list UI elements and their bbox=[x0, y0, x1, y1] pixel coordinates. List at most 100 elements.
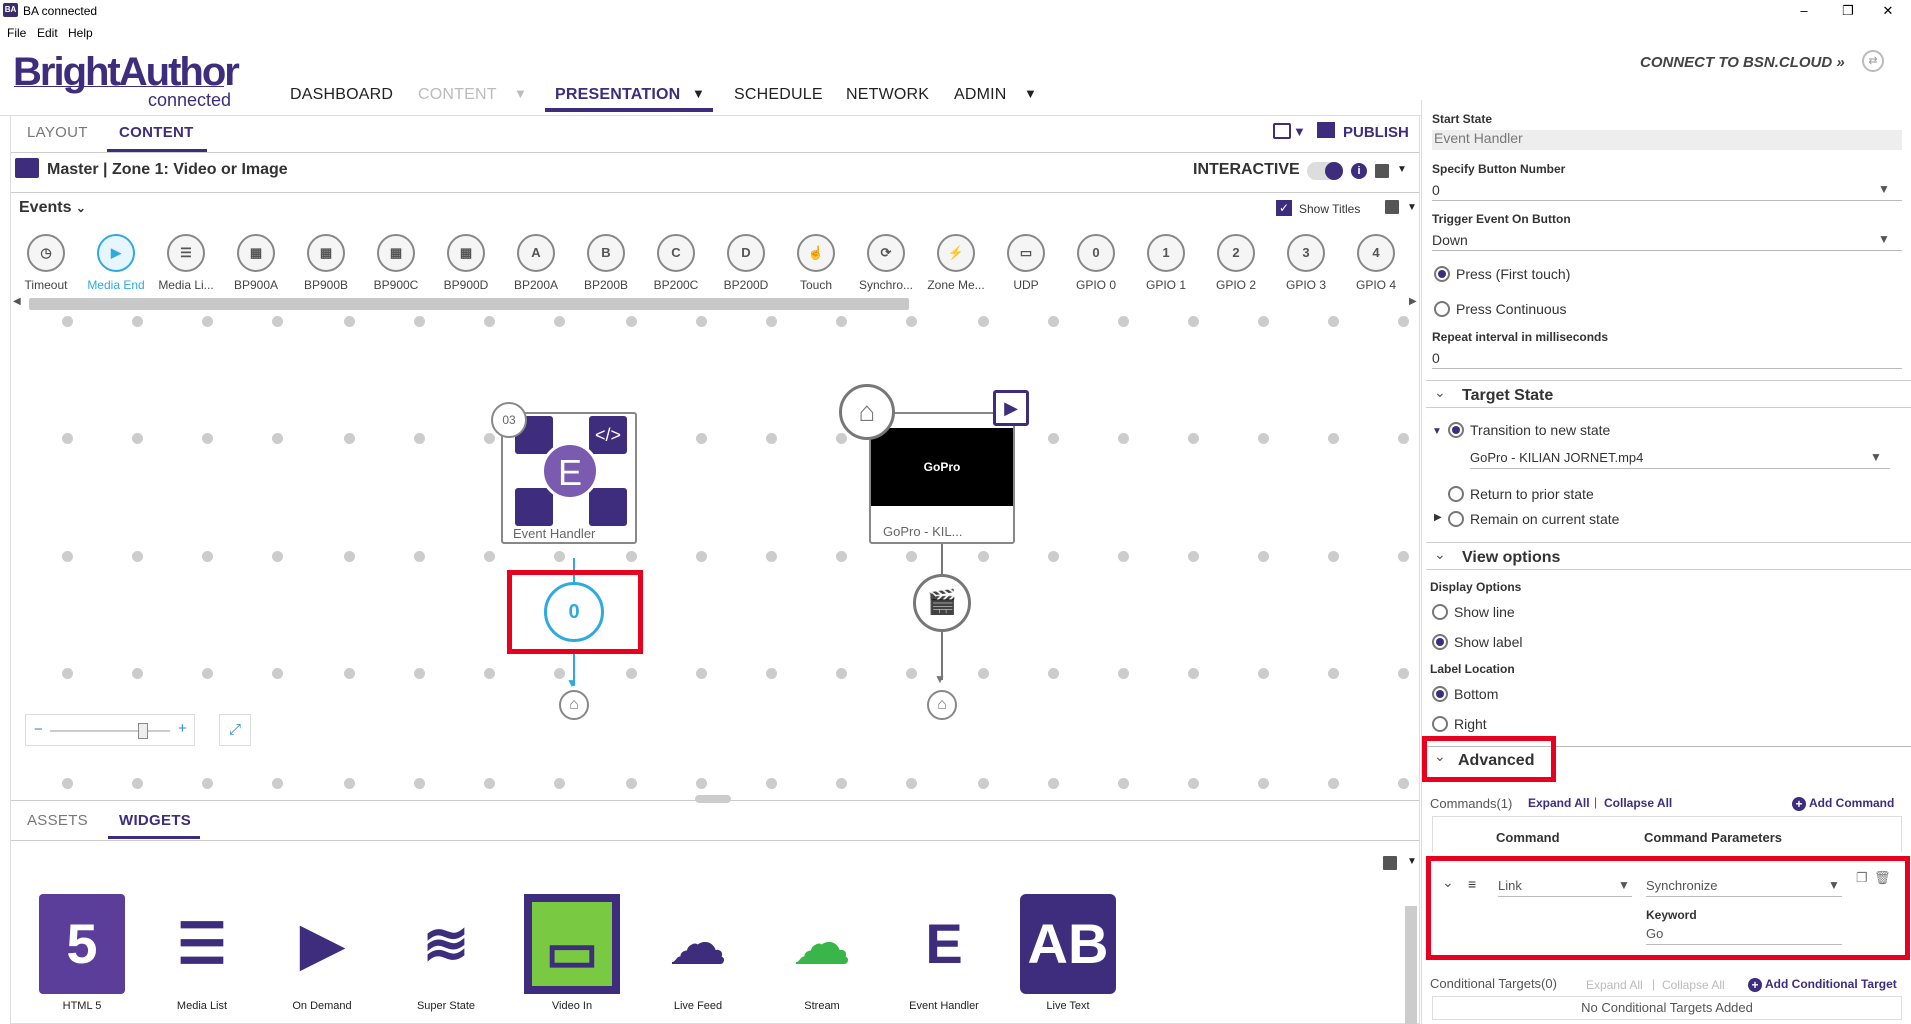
event-bp200a[interactable]: A BP200A bbox=[501, 234, 571, 292]
button-number-value[interactable]: 0 bbox=[1432, 182, 1440, 198]
expand-all-link[interactable]: Expand All bbox=[1528, 796, 1590, 810]
widget-live-feed[interactable]: ☁ Live Feed bbox=[643, 894, 753, 1012]
close-button[interactable]: ✕ bbox=[1866, 0, 1910, 22]
chevron-down-icon[interactable]: ▼ bbox=[1878, 232, 1890, 246]
sync-icon[interactable]: ⇄ bbox=[1862, 50, 1884, 72]
event-touch[interactable]: ☝ Touch bbox=[781, 234, 851, 292]
maximize-button[interactable]: ❐ bbox=[1826, 0, 1870, 22]
event-bp200b[interactable]: B BP200B bbox=[571, 234, 641, 292]
remain-radio[interactable] bbox=[1448, 511, 1464, 527]
minimize-button[interactable]: – bbox=[1782, 0, 1826, 22]
chevron-down-icon[interactable]: ▼ bbox=[1870, 450, 1882, 464]
event-zone-me[interactable]: ⚡ Zone Me... bbox=[921, 234, 991, 292]
zoom-slider[interactable] bbox=[138, 723, 148, 739]
nav-admin[interactable]: ADMIN bbox=[954, 86, 1007, 104]
widget-html-5[interactable]: 5 HTML 5 bbox=[27, 894, 137, 1012]
widget-on-demand[interactable]: ▶ On Demand bbox=[267, 894, 377, 1012]
nav-presentation[interactable]: PRESENTATION bbox=[555, 86, 680, 104]
expand-triangle-icon[interactable]: ▼ bbox=[1432, 426, 1442, 437]
tab-layout[interactable]: LAYOUT bbox=[27, 124, 88, 141]
nav-schedule[interactable]: SCHEDULE bbox=[734, 86, 823, 104]
event-gpio-4[interactable]: 4 GPIO 4 bbox=[1341, 234, 1411, 292]
widget-stream[interactable]: ☁ Stream bbox=[767, 894, 877, 1012]
events-menu-icon[interactable]: ▼ bbox=[1407, 202, 1417, 213]
publish-icon[interactable] bbox=[1317, 122, 1335, 138]
right-radio[interactable] bbox=[1432, 716, 1448, 732]
keyword-field[interactable]: Go bbox=[1646, 926, 1663, 941]
chevron-down-icon[interactable]: ⌄ bbox=[1442, 874, 1454, 891]
return-prior-radio[interactable] bbox=[1448, 486, 1464, 502]
menu-help[interactable]: Help bbox=[68, 26, 93, 40]
add-icon[interactable]: + bbox=[1748, 978, 1762, 992]
expand-triangle-icon[interactable]: ▶ bbox=[1434, 512, 1442, 523]
target-state-header[interactable]: Target State bbox=[1426, 380, 1911, 408]
command-type-select[interactable]: Link bbox=[1498, 878, 1522, 893]
chevron-down-icon[interactable]: ⌄ bbox=[1434, 546, 1446, 563]
show-label-radio[interactable] bbox=[1432, 634, 1448, 650]
button-event-icon[interactable]: 0 bbox=[544, 582, 604, 642]
nav-dashboard[interactable]: DASHBOARD bbox=[290, 86, 393, 104]
publish-button[interactable]: PUBLISH bbox=[1343, 124, 1409, 141]
tab-widgets[interactable]: WIDGETS bbox=[119, 812, 191, 829]
chevron-down-icon[interactable]: ▼ bbox=[1828, 878, 1840, 892]
add-command-link[interactable]: Add Command bbox=[1809, 796, 1894, 810]
repeat-field[interactable]: 0 bbox=[1432, 350, 1440, 366]
save-dropdown-icon[interactable]: ▼ bbox=[1293, 124, 1306, 139]
connect-bsn-link[interactable]: CONNECT TO BSN.CLOUD » bbox=[1640, 54, 1845, 71]
command-param-select[interactable]: Synchronize bbox=[1646, 878, 1718, 893]
widget-video-in[interactable]: ▭ Video In bbox=[517, 894, 627, 1012]
nav-content[interactable]: CONTENT bbox=[418, 86, 497, 104]
transition-radio[interactable] bbox=[1448, 422, 1464, 438]
chevron-down-icon[interactable]: ▼ bbox=[1618, 878, 1630, 892]
menu-file[interactable]: File bbox=[7, 26, 26, 40]
widget-live-text[interactable]: AB Live Text bbox=[1013, 894, 1123, 1012]
cond-collapse-all-link[interactable]: Collapse All bbox=[1662, 978, 1725, 992]
event-media-end[interactable]: ▶ Media End bbox=[81, 234, 151, 292]
menu-edit[interactable]: Edit bbox=[37, 26, 58, 40]
add-conditional-target-link[interactable]: Add Conditional Target bbox=[1765, 977, 1897, 991]
tab-content[interactable]: CONTENT bbox=[119, 124, 194, 141]
info-icon[interactable]: i bbox=[1351, 163, 1367, 179]
event-udp[interactable]: ▭ UDP bbox=[991, 234, 1061, 292]
event-synchro[interactable]: ⟳ Synchro... bbox=[851, 234, 921, 292]
event-bp900a[interactable]: ▦ BP900A bbox=[221, 234, 291, 292]
target-file-select[interactable]: GoPro - KILIAN JORNET.mp4 bbox=[1470, 450, 1643, 465]
admin-dropdown-icon[interactable]: ▼ bbox=[1024, 86, 1037, 101]
tab-assets[interactable]: ASSETS bbox=[27, 812, 88, 829]
widgets-scrollbar[interactable] bbox=[1405, 906, 1417, 1024]
event-gpio-0[interactable]: 0 GPIO 0 bbox=[1061, 234, 1131, 292]
event-gpio-1[interactable]: 1 GPIO 1 bbox=[1131, 234, 1201, 292]
gopro-state[interactable]: GoPro GoPro - KIL... bbox=[869, 412, 1015, 544]
event-gpio-2[interactable]: 2 GPIO 2 bbox=[1201, 234, 1271, 292]
event-bp900c[interactable]: ▦ BP900C bbox=[361, 234, 431, 292]
event-gpio-3[interactable]: 3 GPIO 3 bbox=[1271, 234, 1341, 292]
event-bp200c[interactable]: C BP200C bbox=[641, 234, 711, 292]
events-dropdown[interactable]: Events ⌄ bbox=[19, 199, 86, 217]
show-line-radio[interactable] bbox=[1432, 604, 1448, 620]
home-icon[interactable]: ⌂ bbox=[927, 690, 957, 720]
widget-media-list[interactable]: ☰ Media List bbox=[147, 894, 257, 1012]
nav-network[interactable]: NETWORK bbox=[846, 86, 929, 104]
chevron-down-icon[interactable]: ⌄ bbox=[1434, 748, 1446, 765]
interactive-toggle[interactable] bbox=[1307, 162, 1343, 180]
widget-event-handler[interactable]: E Event Handler bbox=[889, 894, 999, 1012]
collapse-all-link[interactable]: Collapse All bbox=[1604, 796, 1672, 810]
content-dropdown-icon[interactable]: ▼ bbox=[514, 86, 527, 101]
scroll-right-icon[interactable]: ▶ bbox=[1409, 296, 1417, 307]
zoom-out-button[interactable]: − bbox=[34, 721, 43, 738]
zoom-in-button[interactable]: + bbox=[178, 720, 187, 737]
event-timeout[interactable]: ◷ Timeout bbox=[11, 234, 81, 292]
view-options-header[interactable]: View options bbox=[1426, 542, 1911, 570]
resize-handle[interactable] bbox=[695, 795, 731, 803]
presentation-dropdown-icon[interactable]: ▼ bbox=[692, 86, 705, 101]
event-bp900d[interactable]: ▦ BP900D bbox=[431, 234, 501, 292]
events-scrollbar[interactable] bbox=[29, 298, 909, 310]
events-color-icon[interactable] bbox=[1385, 200, 1399, 214]
widgets-menu-icon[interactable]: ▼ bbox=[1407, 856, 1417, 867]
zone-menu-icon[interactable]: ▼ bbox=[1397, 164, 1407, 175]
trash-icon[interactable]: 🗑 bbox=[1874, 870, 1891, 886]
event-bp900b[interactable]: ▦ BP900B bbox=[291, 234, 361, 292]
event-media-li[interactable]: ☰ Media Li... bbox=[151, 234, 221, 292]
media-end-event-icon[interactable]: 🎬 bbox=[913, 574, 971, 632]
zone-color-icon[interactable] bbox=[1375, 164, 1389, 178]
